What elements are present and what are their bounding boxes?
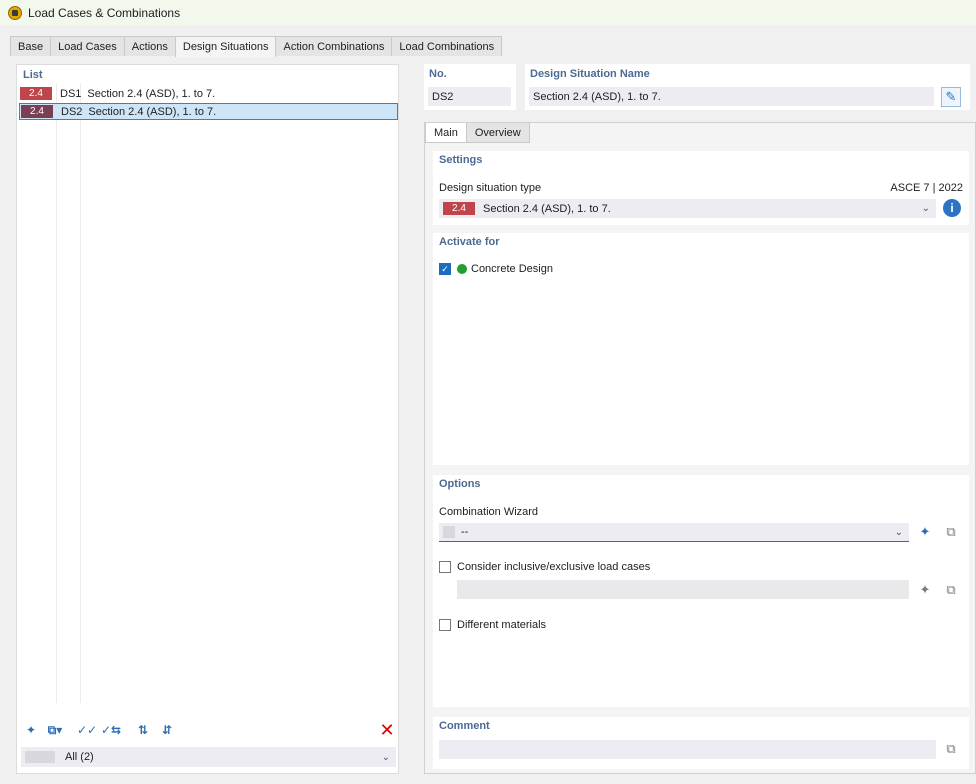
tab-design-situations[interactable]: Design Situations — [174, 36, 277, 57]
edit-inclusive-icon: ⧉ — [946, 582, 956, 597]
inclusive-label: Consider inclusive/exclusive load cases — [457, 561, 651, 573]
tab-main[interactable]: Main — [425, 123, 467, 143]
list-item-no: DS2 — [61, 105, 83, 118]
name-label: Design Situation Name — [530, 68, 650, 80]
check-toggle-icon[interactable]: ✓⇆ — [101, 720, 121, 740]
no-field[interactable]: DS2 — [428, 87, 511, 106]
tab-overview[interactable]: Overview — [465, 123, 530, 143]
no-label: No. — [429, 68, 447, 80]
info-icon[interactable]: i — [943, 199, 961, 217]
filter-swatch — [25, 751, 55, 763]
activate-box: Activate for ✓ Concrete Design — [433, 233, 969, 465]
list-item-name: Section 2.4 (ASD), 1. to 7. — [87, 87, 216, 100]
list-title: List — [23, 69, 43, 81]
inclusive-checkbox[interactable] — [439, 561, 451, 573]
chevron-down-icon: ⌄ — [921, 203, 930, 214]
settings-title: Settings — [439, 154, 483, 166]
check-all-icon[interactable]: ✓✓ — [77, 720, 97, 740]
name-panel: Design Situation Name Section 2.4 (ASD),… — [525, 64, 970, 110]
inclusive-select — [457, 580, 909, 599]
column-divider — [56, 83, 57, 703]
list-area: 2.4 DS1 Section 2.4 (ASD), 1. to 7. 2.4 … — [19, 83, 398, 703]
copy-dropdown-icon[interactable]: ⧉▾ — [45, 720, 65, 740]
list-filter-select[interactable]: All (2) ⌄ — [21, 747, 396, 767]
tab-base[interactable]: Base — [10, 36, 52, 56]
options-title: Options — [439, 478, 481, 490]
new-item-icon[interactable]: ✦ — [21, 720, 41, 740]
inclusive-option[interactable]: Consider inclusive/exclusive load cases — [439, 561, 650, 573]
delete-icon[interactable]: ✕ — [377, 720, 397, 740]
concrete-design-checkbox[interactable]: ✓ — [439, 263, 451, 275]
design-situation-type-label: Design situation type — [439, 182, 542, 194]
window-title: Load Cases & Combinations — [28, 5, 181, 20]
edit-wizard-icon[interactable]: ⧉ — [941, 522, 961, 542]
new-inclusive-icon: ✦ — [919, 582, 931, 597]
main-tabs: Base Load Cases Actions Design Situation… — [10, 36, 503, 57]
tab-load-cases[interactable]: Load Cases — [50, 36, 125, 56]
filter-value: All (2) — [65, 751, 94, 763]
situation-badge: 2.4 — [21, 105, 53, 118]
options-box: Options Combination Wizard -- ⌄ ✦ ⧉ Cons… — [433, 475, 969, 707]
chevron-down-icon: ⌄ — [381, 751, 390, 763]
design-situation-type-select[interactable]: 2.4 Section 2.4 (ASD), 1. to 7. ⌄ — [439, 199, 936, 218]
list-item-no: DS1 — [60, 87, 82, 100]
new-wizard-icon[interactable]: ✦ — [915, 522, 935, 542]
combination-wizard-select[interactable]: -- ⌄ — [439, 523, 909, 542]
design-situation-type-value: Section 2.4 (ASD), 1. to 7. — [483, 202, 611, 215]
comment-title: Comment — [439, 720, 490, 732]
combination-wizard-value: -- — [461, 526, 469, 538]
settings-box: Settings Design situation type ASCE 7 | … — [433, 151, 969, 225]
sort-numbers-icon[interactable]: ⇵ — [157, 720, 177, 740]
list-item-selected[interactable]: 2.4 DS2 Section 2.4 (ASD), 1. to 7. — [19, 103, 398, 120]
detail-tabs: Main Overview — [425, 123, 530, 143]
materials-checkbox[interactable] — [439, 619, 451, 631]
concrete-design-label: Concrete Design — [471, 263, 553, 275]
copy-comment-icon[interactable]: ⧉ — [941, 739, 961, 759]
standard-label: ASCE 7 | 2022 — [890, 182, 963, 194]
list-item[interactable]: 2.4 DS1 Section 2.4 (ASD), 1. to 7. — [19, 85, 398, 102]
list-panel: List 2.4 DS1 Section 2.4 (ASD), 1. to 7.… — [16, 64, 399, 774]
app-icon — [8, 5, 22, 20]
activate-title: Activate for — [439, 236, 500, 248]
chevron-down-icon: ⌄ — [894, 526, 903, 538]
title-bar: Load Cases & Combinations — [0, 0, 976, 25]
column-divider — [80, 83, 81, 703]
name-field[interactable]: Section 2.4 (ASD), 1. to 7. — [529, 87, 934, 106]
situation-badge: 2.4 — [443, 202, 475, 215]
concrete-design-option[interactable]: ✓ Concrete Design — [439, 263, 553, 275]
number-panel: No. DS2 — [424, 64, 516, 110]
combination-wizard-label: Combination Wizard — [439, 506, 539, 518]
tab-load-combinations[interactable]: Load Combinations — [391, 36, 503, 56]
list-toolbar: ✦ ⧉▾ ✓✓ ✓⇆ ⇅ ⇵ ✕ — [21, 719, 397, 741]
situation-badge: 2.4 — [20, 87, 52, 100]
renumber-icon[interactable]: ⇅ — [133, 720, 153, 740]
tab-actions[interactable]: Actions — [123, 36, 176, 56]
comment-box: Comment ⧉ — [433, 717, 969, 769]
status-dot-icon — [457, 264, 467, 274]
tab-action-combinations[interactable]: Action Combinations — [275, 36, 393, 56]
materials-option[interactable]: Different materials — [439, 619, 546, 631]
list-item-name: Section 2.4 (ASD), 1. to 7. — [88, 105, 217, 118]
materials-label: Different materials — [457, 619, 547, 631]
wizard-swatch — [443, 526, 455, 538]
comment-field[interactable] — [439, 740, 936, 759]
edit-name-icon[interactable]: ✎ — [941, 87, 961, 107]
detail-frame: Main Overview Settings Design situation … — [424, 122, 976, 774]
